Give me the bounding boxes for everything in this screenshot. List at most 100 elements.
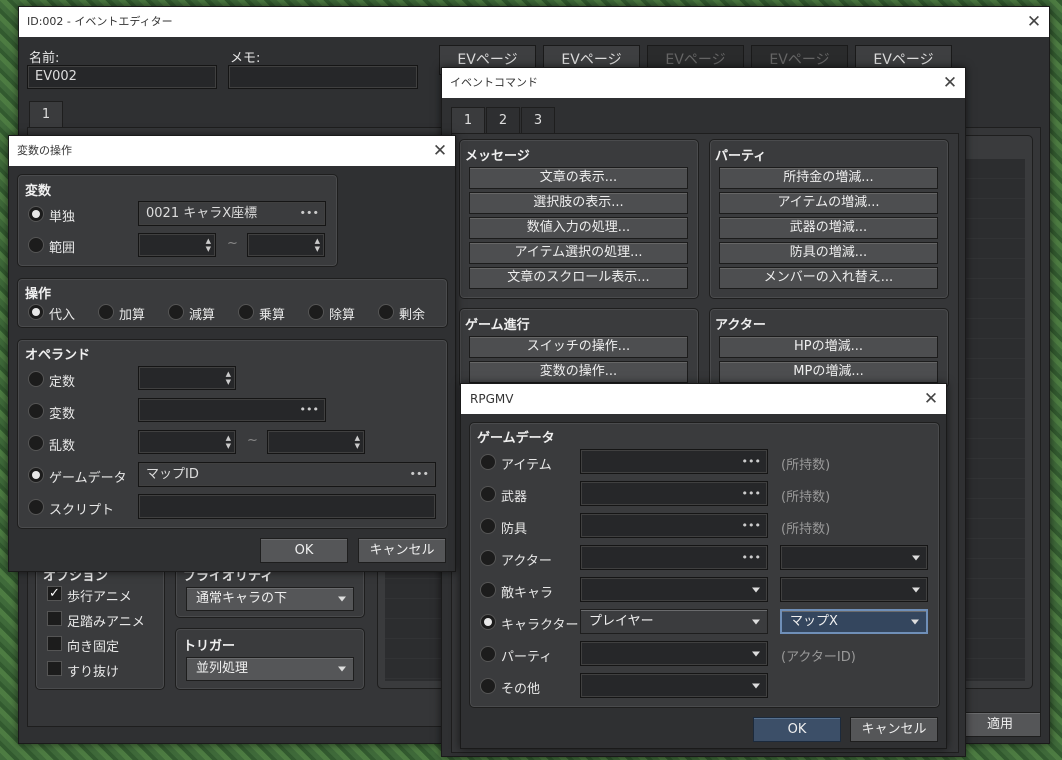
spinner-icon[interactable]: ▲ ▼ — [355, 434, 360, 450]
walking-anim-checkbox[interactable]: ✓ — [47, 586, 62, 601]
gd-other-radio[interactable] — [480, 678, 496, 694]
gd-character-dropdown[interactable]: プレイヤー — [580, 609, 768, 634]
stepping-anim-label: 足踏みアニメ — [67, 615, 145, 630]
gd-enemy-dropdown[interactable] — [580, 577, 768, 602]
gd-ok-button[interactable]: OK — [753, 717, 841, 742]
random-max-stepper[interactable]: ▲ ▼ — [267, 430, 365, 454]
gd-actor-selector[interactable]: ••• — [580, 545, 768, 570]
operand-variable-selector[interactable]: ••• — [138, 398, 326, 422]
constant-radio[interactable] — [28, 371, 44, 387]
ellipsis-icon: ••• — [299, 402, 319, 416]
operation-group — [17, 278, 448, 328]
name-input[interactable]: EV002 — [27, 65, 217, 89]
random-radio[interactable] — [28, 435, 44, 451]
gd-item-radio[interactable] — [480, 454, 496, 470]
op-mod-label: 剰余 — [399, 308, 426, 323]
change-armors-button[interactable]: 防具の増減... — [719, 242, 938, 264]
game-data-radio[interactable] — [28, 467, 44, 483]
stepping-anim-checkbox[interactable] — [47, 611, 62, 626]
command-tab-1[interactable]: 1 — [451, 107, 485, 134]
ok-button[interactable]: OK — [260, 538, 348, 563]
operand-variable-label: 変数 — [49, 407, 76, 422]
range-end-stepper[interactable]: ▲ ▼ — [247, 233, 325, 257]
script-radio[interactable] — [28, 499, 44, 515]
change-party-member-button[interactable]: メンバーの入れ替え... — [719, 267, 938, 289]
gd-armor-radio[interactable] — [480, 518, 496, 534]
game-data-selector[interactable]: マップID ••• — [138, 462, 436, 487]
gd-enemy-label: 敵キャラ — [501, 586, 554, 601]
change-weapons-button[interactable]: 武器の増減... — [719, 217, 938, 239]
show-text-button[interactable]: 文章の表示... — [469, 167, 688, 189]
spinner-icon[interactable]: ▲ ▼ — [206, 237, 211, 253]
priority-dropdown[interactable]: 通常キャラの下 — [186, 587, 354, 611]
change-hp-button[interactable]: HPの増減... — [719, 336, 938, 358]
range-separator: ~ — [227, 236, 238, 251]
op-mod-radio[interactable] — [378, 304, 394, 320]
ellipsis-icon: ••• — [409, 466, 429, 480]
gd-other-dropdown[interactable] — [580, 673, 768, 698]
operand-variable-radio[interactable] — [28, 403, 44, 419]
op-add-radio[interactable] — [98, 304, 114, 320]
constant-stepper[interactable]: ▲ ▼ — [138, 366, 236, 390]
cancel-button[interactable]: キャンセル — [358, 538, 446, 563]
command-tab-3[interactable]: 3 — [521, 107, 555, 133]
chevron-down-icon — [338, 596, 346, 602]
script-input[interactable] — [138, 494, 436, 519]
memo-input[interactable] — [228, 65, 418, 89]
direction-fix-label: 向き固定 — [67, 640, 120, 655]
page-tab-1[interactable]: 1 — [29, 101, 63, 128]
op-div-radio[interactable] — [308, 304, 324, 320]
close-icon[interactable]: ✕ — [935, 68, 965, 98]
gd-item-selector[interactable]: ••• — [580, 449, 768, 474]
random-separator: ~ — [247, 433, 258, 448]
game-data-value: マップID — [146, 467, 199, 482]
select-item-button[interactable]: アイテム選択の処理... — [469, 242, 688, 264]
op-mul-radio[interactable] — [238, 304, 254, 320]
spinner-icon[interactable]: ▲ ▼ — [226, 434, 231, 450]
close-icon[interactable]: ✕ — [425, 136, 455, 166]
show-choices-button[interactable]: 選択肢の表示... — [469, 192, 688, 214]
gd-actor-radio[interactable] — [480, 550, 496, 566]
close-icon[interactable]: ✕ — [916, 384, 946, 414]
op-add-label: 加算 — [119, 308, 146, 323]
spinner-icon[interactable]: ▲ ▼ — [315, 237, 320, 253]
game-data-label: ゲームデータ — [49, 471, 127, 486]
gd-item-label: アイテム — [501, 458, 552, 473]
show-scrolling-text-button[interactable]: 文章のスクロール表示... — [469, 267, 688, 289]
control-variables-button[interactable]: 変数の操作... — [469, 361, 688, 383]
range-start-stepper[interactable]: ▲ ▼ — [138, 233, 216, 257]
single-variable-selector[interactable]: 0021 キャラX座標 ••• — [138, 201, 326, 226]
gd-actor-param-dropdown[interactable] — [780, 545, 928, 570]
range-radio[interactable] — [28, 237, 44, 253]
op-sub-radio[interactable] — [168, 304, 184, 320]
through-checkbox[interactable] — [47, 661, 62, 676]
spinner-icon[interactable]: ▲ ▼ — [226, 370, 231, 386]
direction-fix-checkbox[interactable] — [47, 636, 62, 651]
gd-weapon-selector[interactable]: ••• — [580, 481, 768, 506]
memo-label: メモ: — [230, 51, 261, 66]
change-gold-button[interactable]: 所持金の増減... — [719, 167, 938, 189]
close-icon[interactable]: ✕ — [1019, 7, 1049, 37]
gd-party-dropdown[interactable] — [580, 641, 768, 666]
gd-party-radio[interactable] — [480, 646, 496, 662]
gd-cancel-button[interactable]: キャンセル — [850, 717, 938, 742]
constant-label: 定数 — [49, 375, 76, 390]
gd-character-radio[interactable] — [480, 614, 496, 630]
change-items-button[interactable]: アイテムの増減... — [719, 192, 938, 214]
gd-character-param-dropdown[interactable]: マップX — [780, 609, 928, 634]
random-min-stepper[interactable]: ▲ ▼ — [138, 430, 236, 454]
op-assign-radio[interactable] — [28, 304, 44, 320]
command-tab-2[interactable]: 2 — [486, 107, 520, 133]
gd-enemy-radio[interactable] — [480, 582, 496, 598]
input-number-button[interactable]: 数値入力の処理... — [469, 217, 688, 239]
trigger-dropdown[interactable]: 並列処理 — [186, 657, 354, 681]
event-editor-titlebar: ID:002 - イベントエディター ✕ — [19, 7, 1049, 37]
single-radio[interactable] — [28, 206, 44, 222]
apply-button[interactable]: 適用 — [959, 712, 1041, 737]
change-mp-button[interactable]: MPの増減... — [719, 361, 938, 383]
gd-weapon-radio[interactable] — [480, 486, 496, 502]
gd-armor-selector[interactable]: ••• — [580, 513, 768, 538]
gd-armor-owned: (所持数) — [781, 522, 831, 537]
gd-enemy-param-dropdown[interactable] — [780, 577, 928, 602]
control-switches-button[interactable]: スイッチの操作... — [469, 336, 688, 358]
